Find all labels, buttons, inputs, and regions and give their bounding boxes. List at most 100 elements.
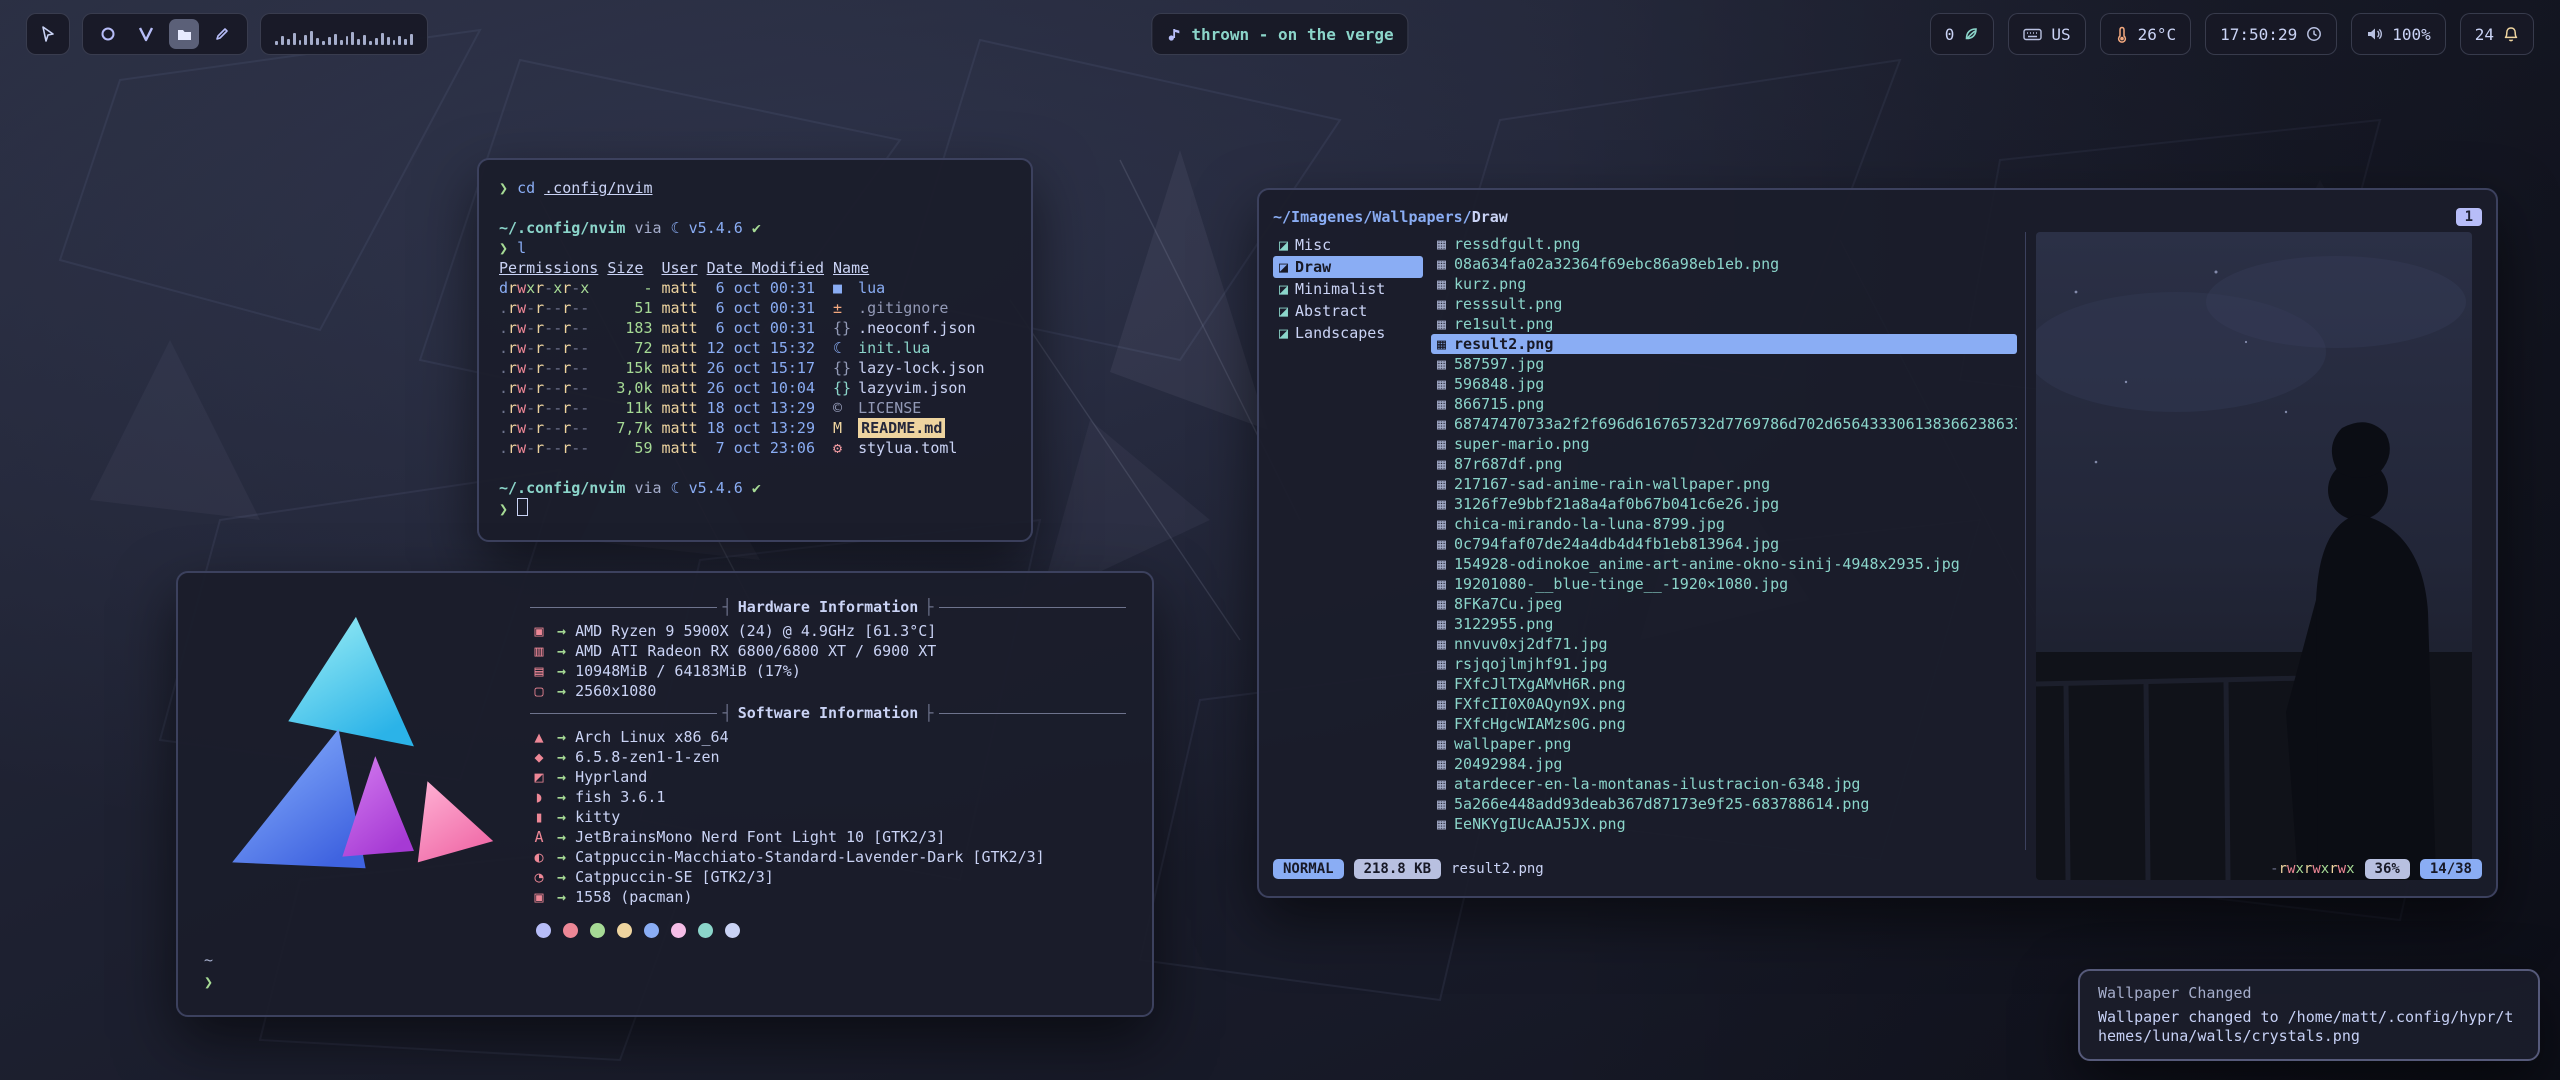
- prompt-status-line: ~/.config/nvim via ☾ v5.4.6 ✔: [499, 218, 1011, 238]
- file-list-item[interactable]: ▦87r687df.png: [1431, 454, 2017, 474]
- sidebar-folder-item[interactable]: ◪Misc: [1273, 234, 1423, 256]
- open-folder-icon: ◪: [1279, 236, 1288, 254]
- name-cell: {}.neoconf.json: [833, 318, 1011, 338]
- wm-icon: ◩: [530, 767, 548, 787]
- permissions-cell: .rw-r--r--: [499, 338, 598, 358]
- image-icon: ▦: [1437, 535, 1446, 553]
- file-list-item[interactable]: ▦nnvuv0xj2df71.jpg: [1431, 634, 2017, 654]
- image-icon: ▦: [1437, 755, 1446, 773]
- file-name: 5a266e448add93deab367d87173e9f25-6837886…: [1454, 795, 1869, 813]
- notification-body: Wallpaper changed to /home/matt/.config/…: [2098, 1008, 2520, 1046]
- file-permissions: -rwxrwxrwx: [2270, 861, 2354, 877]
- visualizer-bars: [275, 23, 413, 45]
- keyboard-icon: [2023, 27, 2042, 42]
- tab-badge[interactable]: 1: [2456, 208, 2482, 226]
- image-icon: ▦: [1437, 615, 1446, 633]
- updates-module[interactable]: 0: [1930, 13, 1995, 55]
- file-list-item[interactable]: ▦8FKa7Cu.jpeg: [1431, 594, 2017, 614]
- image-icon: ▦: [1437, 735, 1446, 753]
- fetch-line: ◔→Catppuccin-SE [GTK2/3]: [530, 867, 1126, 887]
- sidebar-folder-item[interactable]: ◪Abstract: [1273, 300, 1423, 322]
- open-folder-icon: ◪: [1279, 280, 1288, 298]
- workspace-3-button[interactable]: [169, 19, 199, 49]
- ls-file-row: .rw-r--r-- 7,7kmatt18 oct 13:29MREADME.m…: [499, 418, 1011, 438]
- keyboard-layout: US: [2051, 25, 2070, 44]
- leaf-icon: [1963, 26, 1979, 42]
- file-list-item[interactable]: ▦866715.png: [1431, 394, 2017, 414]
- file-list-item[interactable]: ▦5a266e448add93deab367d87173e9f25-683788…: [1431, 794, 2017, 814]
- file-list-item[interactable]: ▦68747470733a2f2f696d616765732d7769786d7…: [1431, 414, 2017, 434]
- file-name: 587597.jpg: [1454, 355, 1544, 373]
- folder-name: Minimalist: [1295, 280, 1385, 298]
- size-cell: 51: [607, 298, 652, 318]
- file-list-item[interactable]: ▦596848.jpg: [1431, 374, 2017, 394]
- fetch-value: 6.5.8-zen1-1-zen: [575, 747, 720, 767]
- file-list-item[interactable]: ▦resssult.png: [1431, 294, 2017, 314]
- topbar-right: 0 US 26°C 17:50:29: [1930, 13, 2534, 55]
- size-cell: 15k: [607, 358, 652, 378]
- prompt-symbol: ❯: [204, 973, 213, 991]
- file-list-item[interactable]: ▦kurz.png: [1431, 274, 2017, 294]
- color-swatch: [644, 923, 659, 938]
- color-swatch: [617, 923, 632, 938]
- file-list-item[interactable]: ▦08a634fa02a32364f69ebc86a98eb1eb.png: [1431, 254, 2017, 274]
- file-list-item[interactable]: ▦587597.jpg: [1431, 354, 2017, 374]
- volume-module[interactable]: 100%: [2351, 13, 2446, 55]
- workspace-4-button[interactable]: [207, 19, 237, 49]
- permissions-cell: drwxr-xr-x: [499, 278, 598, 298]
- fetch-value: 10948MiB / 64183MiB (17%): [575, 661, 801, 681]
- workspace-2-button[interactable]: [131, 19, 161, 49]
- desktop: thrown - on the verge 0 US: [0, 0, 2560, 1080]
- file-list-item[interactable]: ▦EeNKYgIUcAAJ5JX.png: [1431, 814, 2017, 834]
- image-icon: ▦: [1437, 715, 1446, 733]
- keyboard-layout-module[interactable]: US: [2008, 13, 2085, 55]
- file-list-item[interactable]: ▦chica-mirando-la-luna-8799.jpg: [1431, 514, 2017, 534]
- sidebar-folder-item[interactable]: ◪Landscapes: [1273, 322, 1423, 344]
- speaker-icon: [2366, 26, 2383, 42]
- file-name: 217167-sad-anime-rain-wallpaper.png: [1454, 475, 1770, 493]
- file-list-item[interactable]: ▦3126f7e9bbf21a8a4af0b67b041c6e26.jpg: [1431, 494, 2017, 514]
- file-list-item[interactable]: ▦result2.png: [1431, 334, 2017, 354]
- file-list-item[interactable]: ▦19201080-__blue-tinge__-1920×1080.jpg: [1431, 574, 2017, 594]
- window-title-pill[interactable]: thrown - on the verge: [1151, 13, 1408, 55]
- file-list-item[interactable]: ▦3122955.png: [1431, 614, 2017, 634]
- temperature-module[interactable]: 26°C: [2100, 13, 2192, 55]
- open-folder-icon: ◪: [1279, 258, 1288, 276]
- file-list-item[interactable]: ▦FXfcHgcWIAMzs0G.png: [1431, 714, 2017, 734]
- file-list-item[interactable]: ▦217167-sad-anime-rain-wallpaper.png: [1431, 474, 2017, 494]
- terminal-window[interactable]: ❯ cd .config/nvim ~/.config/nvim via ☾ v…: [477, 158, 1033, 542]
- file-list-item[interactable]: ▦ wallpaper.png: [1431, 734, 2017, 754]
- kernel-icon: ◆: [530, 747, 548, 767]
- color-swatch: [725, 923, 740, 938]
- file-list-item[interactable]: ▦FXfcJlTXgAMvH6R.png: [1431, 674, 2017, 694]
- size-cell: -: [607, 278, 652, 298]
- arrow-icon: →: [557, 747, 566, 767]
- launcher-button[interactable]: [26, 13, 70, 55]
- lua-icon: ☾: [671, 479, 680, 497]
- command-line: ❯ cd .config/nvim: [499, 178, 1011, 198]
- image-icon: ▦: [1437, 255, 1446, 273]
- notifications-module[interactable]: 24: [2460, 13, 2534, 55]
- file-list-item[interactable]: ▦154928-odinokoe_anime-art-anime-okno-si…: [1431, 554, 2017, 574]
- size-cell: 59: [607, 438, 652, 458]
- file-list-item[interactable]: ▦rsjqojlmjhf91.jpg: [1431, 654, 2017, 674]
- file-list-item[interactable]: ▦20492984.jpg: [1431, 754, 2017, 774]
- notification-popup[interactable]: Wallpaper Changed Wallpaper changed to /…: [2078, 969, 2540, 1061]
- file-list-item[interactable]: ▦re1sult.png: [1431, 314, 2017, 334]
- workspace-1-button[interactable]: [93, 19, 123, 49]
- file-list-item[interactable]: ▦FXfcII0X0AQyn9X.png: [1431, 694, 2017, 714]
- clock-module[interactable]: 17:50:29: [2205, 13, 2337, 55]
- sidebar-folder-item[interactable]: ◪ Minimalist: [1273, 278, 1423, 300]
- file-list-item[interactable]: ▦super-mario.png: [1431, 434, 2017, 454]
- file-list-item[interactable]: ▦ressdfgult.png: [1431, 234, 2017, 254]
- date-cell: 6 oct 00:31: [707, 278, 824, 298]
- fetch-line: ▣→1558 (pacman): [530, 887, 1126, 907]
- file-name: wallpaper.png: [1454, 735, 1571, 753]
- sidebar-folder-item[interactable]: ◪Draw: [1273, 256, 1423, 278]
- file-list-item[interactable]: ▦0c794faf07de24a4db4d4fb1eb813964.jpg: [1431, 534, 2017, 554]
- file-manager-window[interactable]: ~/Imagenes/Wallpapers/ Draw 1 ◪Misc◪Draw…: [1257, 188, 2498, 898]
- notification-count: 24: [2475, 25, 2494, 44]
- file-list-item[interactable]: ▦atardecer-en-la-montanas-ilustracion-63…: [1431, 774, 2017, 794]
- audio-visualizer[interactable]: [260, 13, 428, 55]
- fetch-terminal-window[interactable]: ┤Hardware Information├ ▣→AMD Ryzen 9 590…: [176, 571, 1154, 1017]
